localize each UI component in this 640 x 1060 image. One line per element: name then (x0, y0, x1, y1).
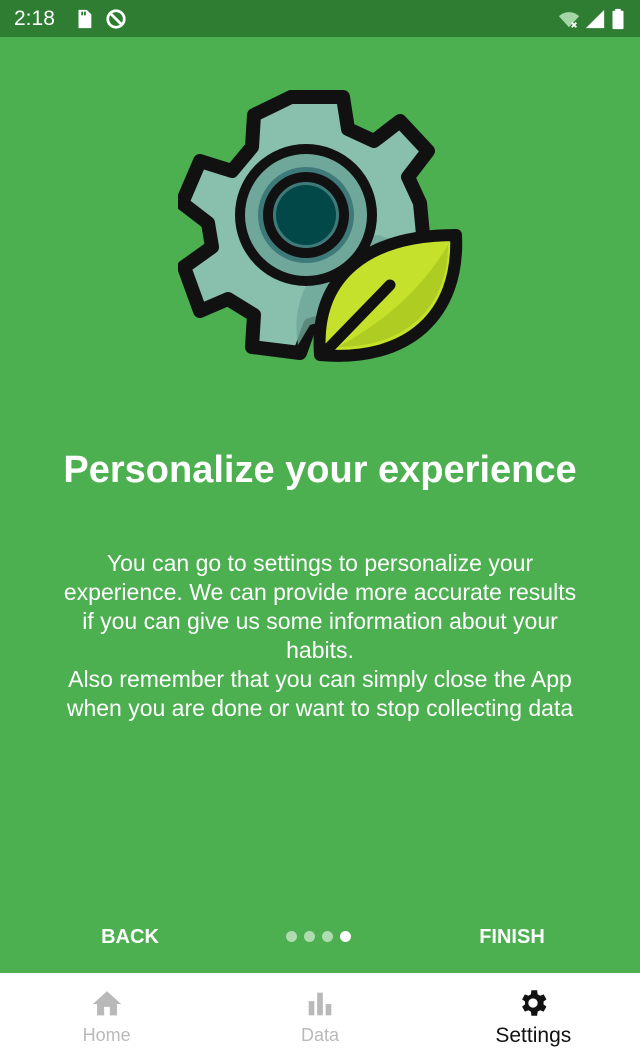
bar-chart-icon (308, 992, 332, 1016)
page-dot-1 (286, 931, 297, 942)
page-indicator (286, 931, 351, 943)
home-icon (92, 991, 121, 1016)
nav-item-data[interactable]: Data (213, 973, 426, 1060)
wifi-icon (558, 11, 580, 28)
nav-item-home[interactable]: Home (0, 973, 213, 1060)
nav-label-home: Home (82, 1025, 131, 1045)
finish-button[interactable]: FINISH (462, 921, 562, 953)
description-text: You can go to settings to personalize yo… (60, 549, 580, 723)
description-paragraph-2: Also remember that you can simply close … (66, 666, 574, 721)
page-dot-2 (304, 931, 315, 942)
bottom-navigation: Home Data Settings (0, 973, 640, 1060)
signal-icon (585, 9, 605, 28)
nav-label-data: Data (300, 1025, 339, 1045)
page-dot-3 (322, 931, 333, 942)
status-bar: 2:18 (0, 0, 640, 37)
back-button[interactable]: BACK (80, 921, 180, 953)
page-title: Personalize your experience (63, 449, 577, 491)
onboarding-controls: BACK FINISH (0, 921, 640, 953)
page-dot-4 (340, 931, 351, 942)
nav-item-settings[interactable]: Settings (427, 973, 640, 1060)
sd-card-icon (78, 9, 92, 28)
nav-label-settings: Settings (495, 1023, 572, 1047)
status-time: 2:18 (14, 6, 55, 30)
gear-leaf-icon (178, 90, 463, 362)
gear-icon (522, 989, 547, 1016)
do-not-disturb-icon (106, 8, 126, 29)
onboarding-slide: Personalize your experience You can go t… (0, 37, 640, 973)
battery-icon (612, 8, 624, 29)
description-paragraph-1: You can go to settings to personalize yo… (63, 550, 577, 663)
